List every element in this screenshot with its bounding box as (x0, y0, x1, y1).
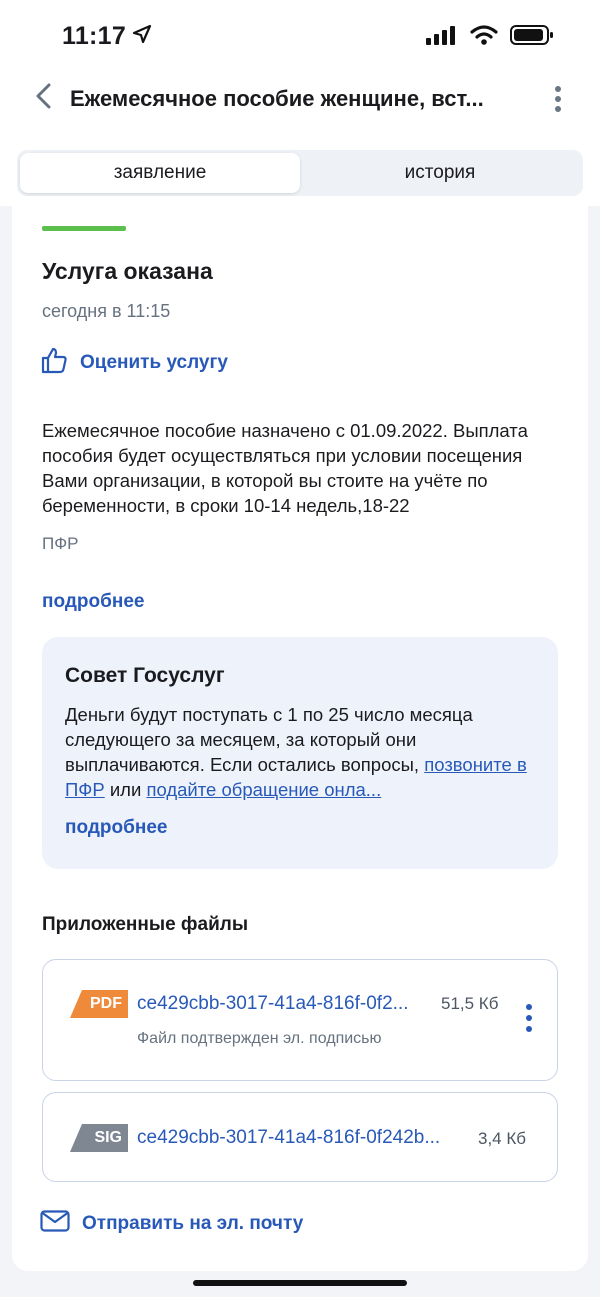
file-size: 3,4 Кб (478, 1129, 526, 1148)
dot (526, 1015, 532, 1021)
status-icons (426, 24, 554, 51)
tip-more-link[interactable]: подробнее (65, 817, 167, 839)
pdf-file-icon: PDF (70, 990, 128, 1018)
location-arrow-icon (132, 22, 152, 51)
wifi-icon (470, 24, 498, 51)
file-item-pdf[interactable]: PDF ce429cbb-3017-41a4-816f-0f2... 51,5 … (42, 959, 558, 1081)
dot (555, 86, 561, 92)
battery-icon (510, 24, 554, 51)
tip-text-start: Деньги будут поступать с 1 по 25 число м… (65, 704, 473, 775)
envelope-icon (40, 1210, 70, 1237)
message-source: ПФР (42, 534, 79, 553)
success-indicator (42, 226, 126, 231)
dot (555, 106, 561, 112)
status-time: 11:17 (62, 22, 127, 50)
home-indicator[interactable] (193, 1280, 407, 1286)
file-name[interactable]: ce429cbb-3017-41a4-816f-0f242b... (137, 1127, 471, 1149)
status-date: сегодня в 11:15 (42, 301, 171, 321)
gosuslugi-tip: Совет Госуслуг Деньги будут поступать с … (42, 637, 558, 869)
send-email-button[interactable]: Отправить на эл. почту (40, 1210, 303, 1237)
tip-title: Совет Госуслуг (65, 664, 225, 687)
back-button[interactable] (28, 82, 60, 114)
file-size: 51,5 Кб (441, 994, 499, 1013)
online-appeal-link[interactable]: подайте обращение онла... (146, 779, 381, 800)
thumbs-up-icon (40, 346, 68, 379)
status-time-group: 11:17 (62, 22, 152, 51)
send-email-label: Отправить на эл. почту (82, 1212, 304, 1234)
dot (526, 1004, 532, 1010)
dot (526, 1026, 532, 1032)
message-more-link[interactable]: подробнее (42, 591, 144, 613)
file-name[interactable]: ce429cbb-3017-41a4-816f-0f2... (137, 993, 437, 1015)
status-bar: 11:17 (0, 0, 600, 70)
file-more-button[interactable] (523, 1004, 535, 1032)
rate-service-label: Оценить услугу (80, 351, 228, 373)
page-title: Ежемесячное пособие женщине, вст... (70, 86, 484, 111)
signal-icon (426, 25, 458, 50)
tip-text: Деньги будут поступать с 1 по 25 число м… (65, 702, 545, 802)
tab-history[interactable]: история (300, 153, 580, 193)
status-title: Услуга оказана (42, 258, 213, 284)
segmented-tabs: заявление история (17, 150, 583, 196)
file-item-sig[interactable]: SIG ce429cbb-3017-41a4-816f-0f242b... 3,… (42, 1092, 558, 1182)
file-signature-note: Файл подтвержден эл. подписью (137, 1030, 382, 1047)
tip-text-mid: или (104, 779, 147, 800)
more-menu-button[interactable] (546, 84, 570, 114)
chevron-left-icon (34, 82, 54, 115)
dot (555, 96, 561, 102)
sig-file-icon: SIG (70, 1124, 128, 1152)
app-header: Ежемесячное пособие женщине, вст... (0, 70, 600, 148)
attached-files-title: Приложенные файлы (42, 914, 249, 935)
application-card: Услуга оказана сегодня в 11:15 Оценить у… (12, 206, 588, 1271)
tab-application[interactable]: заявление (20, 153, 300, 193)
status-message: Ежемесячное пособие назначено с 01.09.20… (42, 420, 528, 516)
rate-service-button[interactable]: Оценить услугу (40, 346, 228, 379)
